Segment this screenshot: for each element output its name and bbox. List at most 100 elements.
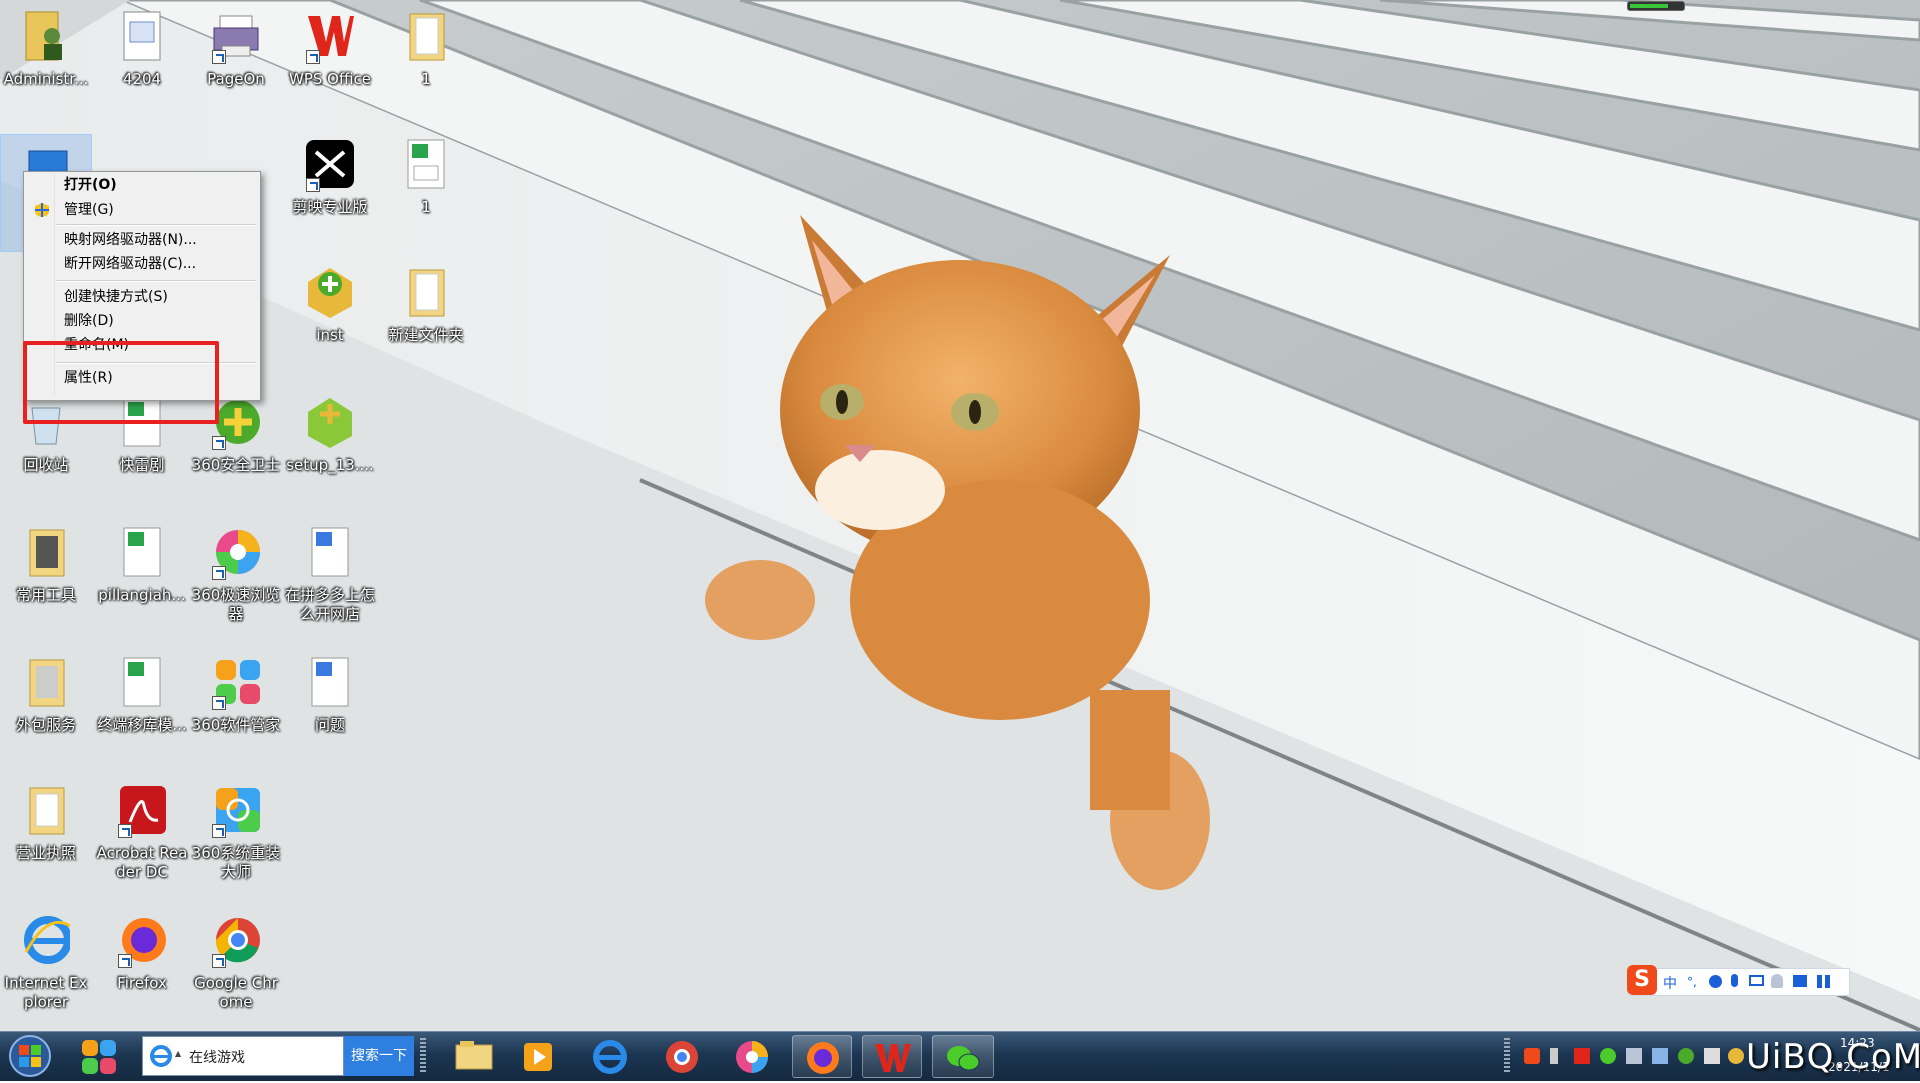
microphone-icon[interactable] — [1731, 974, 1738, 987]
360-software-manager-icon — [212, 654, 260, 710]
taskbar-chrome[interactable] — [652, 1035, 712, 1078]
shortcut-arrow-icon — [306, 50, 320, 64]
desktop-icon-360-reinstall[interactable]: 360系统重装大师 — [190, 776, 282, 894]
tray-sogou-icon[interactable] — [1524, 1048, 1540, 1064]
chrome-icon — [212, 912, 260, 968]
folder-icon — [402, 264, 450, 320]
toolbox-grid-icon[interactable] — [1817, 975, 1830, 988]
desktop-icon-license-folder[interactable]: 营业执照 — [0, 776, 92, 894]
tray-360-icon[interactable] — [1678, 1048, 1694, 1064]
taskbar-360-browser[interactable] — [722, 1035, 782, 1078]
taskbar-grip — [420, 1038, 426, 1074]
shortcut-arrow-icon — [118, 824, 132, 838]
360-reinstall-icon — [212, 782, 260, 838]
shortcut-arrow-icon — [212, 954, 226, 968]
menu-item-manage[interactable]: 管理(G) — [26, 199, 256, 221]
installer-icon — [306, 264, 354, 320]
user-icon[interactable] — [1771, 974, 1783, 988]
desktop-icon-inst[interactable]: inst — [284, 258, 376, 376]
tray-wechat-icon[interactable] — [1600, 1048, 1616, 1064]
360-browser-icon — [736, 1041, 768, 1073]
ime-mode-indicator[interactable]: 中 — [1663, 973, 1677, 993]
wps-logo-icon — [306, 8, 354, 64]
taskbar-wps[interactable] — [862, 1035, 922, 1078]
search-button[interactable]: 搜索一下 — [344, 1036, 414, 1076]
desktop-icon-360-software[interactable]: 360软件管家 — [190, 648, 282, 766]
file-explorer-icon — [455, 1041, 493, 1070]
acrobat-logo-icon — [118, 782, 166, 838]
desktop-icon-tools-folder[interactable]: 常用工具 — [0, 518, 92, 636]
desktop-icon-pillangiah[interactable]: pillangiah... — [96, 518, 188, 636]
desktop-icon-new-folder[interactable]: 新建文件夹 — [380, 258, 472, 376]
tray-grip — [1504, 1038, 1510, 1074]
taskbar-explorer[interactable] — [444, 1035, 504, 1078]
capcut-logo-icon — [306, 136, 354, 192]
shortcut-arrow-icon — [306, 178, 320, 192]
emoji-icon[interactable] — [1709, 975, 1722, 988]
desktop-icon-google-chrome[interactable]: Google Chrome — [190, 906, 282, 1024]
desktop-icon-wps-office[interactable]: WPS Office — [284, 2, 376, 120]
tray-wps-icon[interactable] — [1574, 1048, 1590, 1064]
menu-item-open[interactable]: 打开(O) — [26, 174, 256, 196]
menu-item-delete[interactable]: 删除(D) — [26, 310, 256, 332]
start-button[interactable] — [6, 1033, 54, 1079]
desktop-icon-outsourcing-folder[interactable]: 外包服务 — [0, 648, 92, 766]
menu-item-map-network-drive[interactable]: 映射网络驱动器(N)... — [26, 229, 256, 251]
internet-explorer-icon — [593, 1040, 627, 1074]
taskbar-firefox[interactable] — [792, 1035, 852, 1078]
punctuation-icon[interactable]: °, — [1687, 975, 1697, 989]
desktop-icon-administrator[interactable]: Administr... — [0, 2, 92, 120]
desktop-icon-internet-explorer[interactable]: Internet Explorer — [0, 906, 92, 1024]
desktop-icon-4204[interactable]: 4204 — [96, 2, 188, 120]
shortcut-arrow-icon — [212, 696, 226, 710]
desktop-icon-pageon[interactable]: PageOn — [190, 2, 282, 120]
360-safe-icon — [212, 394, 260, 450]
top-progress-indicator — [1627, 1, 1685, 11]
search-input[interactable]: 在线游戏 — [189, 1047, 245, 1067]
word-document-icon — [306, 524, 354, 580]
taskbar-ie[interactable] — [580, 1035, 640, 1078]
tray-network-icon[interactable] — [1652, 1048, 1668, 1064]
taskbar-search-box[interactable]: ▲ 在线游戏 — [142, 1036, 344, 1076]
document-icon — [118, 8, 166, 64]
tray-security-icon[interactable] — [1728, 1048, 1744, 1064]
dropdown-arrow-icon[interactable]: ▲ — [175, 1049, 181, 1058]
keyboard-icon[interactable] — [1749, 975, 1764, 986]
watermark: UiBQ.CoM — [1746, 1037, 1920, 1077]
menu-item-disconnect-network-drive[interactable]: 断开网络驱动器(C)... — [26, 253, 256, 275]
folder-icon — [22, 524, 70, 580]
360-browser-icon — [212, 524, 260, 580]
tray-volume-icon[interactable] — [1704, 1048, 1720, 1064]
user-folder-icon — [22, 8, 70, 64]
skin-shirt-icon[interactable] — [1793, 975, 1807, 987]
menu-item-create-shortcut[interactable]: 创建快捷方式(S) — [26, 286, 256, 308]
ie-search-icon — [150, 1045, 172, 1067]
spreadsheet-icon — [118, 654, 166, 710]
taskbar-wechat[interactable] — [932, 1035, 994, 1078]
taskbar-media-player[interactable] — [508, 1035, 568, 1078]
folder-icon — [22, 654, 70, 710]
desktop-icon-360-browser[interactable]: 360极速浏览器 — [190, 518, 282, 636]
taskbar-360-icon[interactable] — [82, 1040, 116, 1074]
desktop-icon-terminal-template[interactable]: 终端移库模... — [96, 648, 188, 766]
internet-explorer-icon — [22, 912, 72, 968]
tray-punctuation-icon[interactable] — [1550, 1048, 1558, 1064]
desktop-icon-sheet-1[interactable]: 1 — [380, 130, 472, 248]
desktop-icon-pdd-doc[interactable]: 在拼多多上怎么开网店 — [284, 518, 376, 636]
shortcut-arrow-icon — [212, 50, 226, 64]
menu-separator — [56, 224, 256, 226]
ime-toolbar[interactable]: S 中 °, — [1627, 965, 1850, 996]
shield-icon — [35, 203, 49, 217]
installer-icon — [306, 394, 354, 450]
desktop-icon-firefox[interactable]: Firefox — [96, 906, 188, 1024]
desktop-icon-acrobat[interactable]: Acrobat Reader DC — [96, 776, 188, 894]
folder-icon — [402, 8, 450, 64]
desktop-icon-folder-1[interactable]: 1 — [380, 2, 472, 120]
desktop-icon-setup[interactable]: setup_13.... — [284, 388, 376, 506]
menu-separator — [56, 280, 256, 282]
wps-logo-icon — [875, 1044, 911, 1072]
tray-printer-icon[interactable] — [1626, 1048, 1642, 1064]
chrome-icon — [666, 1041, 698, 1073]
desktop-icon-jianying[interactable]: 剪映专业版 — [284, 130, 376, 248]
desktop-icon-question-doc[interactable]: 问题 — [284, 648, 376, 766]
